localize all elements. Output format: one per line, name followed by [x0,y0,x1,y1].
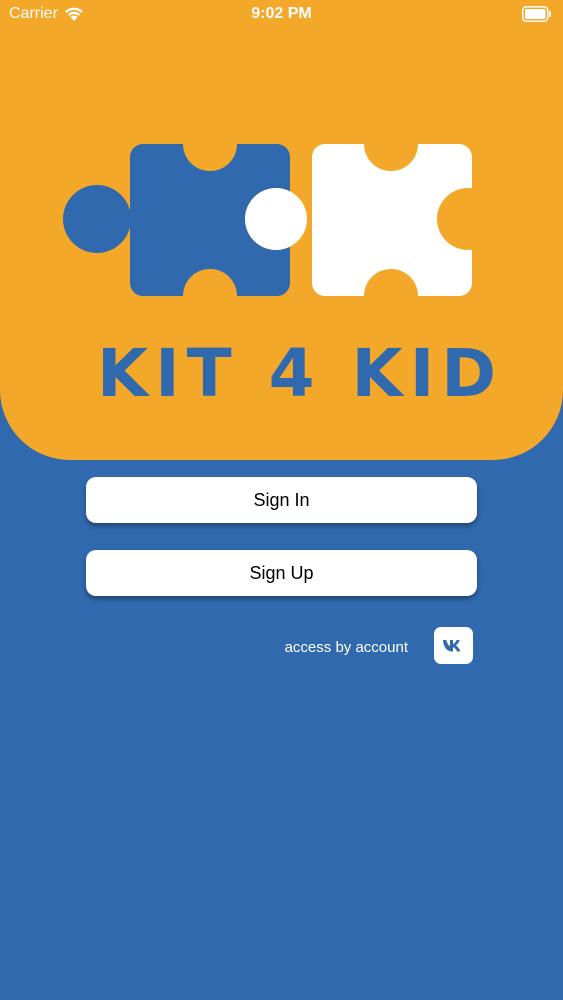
sign-in-label: Sign In [253,489,310,510]
blue-piece-bottom-hole [183,269,237,323]
status-bar: Carrier 9:02 PM [0,0,563,30]
puzzle-logo: KIT 4 KID [63,117,503,412]
status-time: 9:02 PM [251,5,312,22]
sign-up-button[interactable]: Sign Up [86,550,477,596]
blue-piece-top-hole [183,117,237,171]
vk-icon [442,639,460,652]
white-piece-left-knob [245,188,307,250]
blue-piece-left-knob [63,185,131,253]
white-piece-top-hole [364,117,418,171]
access-by-account-label: access by account [284,639,408,656]
battery-icon [522,6,551,22]
brand-name: KIT 4 KID [97,335,503,412]
white-piece-bottom-hole [364,269,418,323]
header-panel: KIT 4 KID [0,0,563,460]
white-piece-right-hole [437,188,499,250]
vk-login-button[interactable] [434,627,473,664]
sign-in-button[interactable]: Sign In [86,477,477,523]
sign-up-label: Sign Up [249,562,314,583]
